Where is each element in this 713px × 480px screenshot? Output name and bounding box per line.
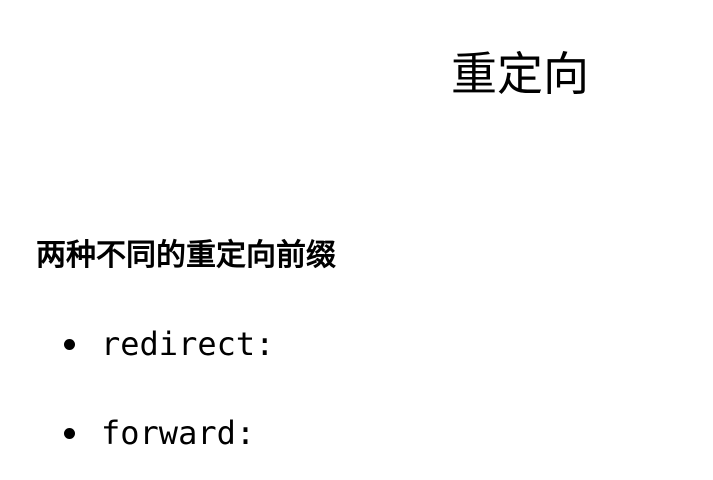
section-heading: 两种不同的重定向前缀: [36, 238, 336, 273]
bullet-text-redirect: redirect:: [101, 325, 275, 363]
list-item: redirect:: [64, 322, 274, 366]
bullet-icon: [64, 427, 75, 439]
bullet-icon: [64, 338, 75, 350]
list-item: forward:: [64, 411, 255, 455]
bullet-text-forward: forward:: [101, 414, 256, 452]
slide: 重定向 两种不同的重定向前缀 redirect: forward:: [0, 0, 713, 480]
slide-title: 重定向: [451, 47, 589, 101]
